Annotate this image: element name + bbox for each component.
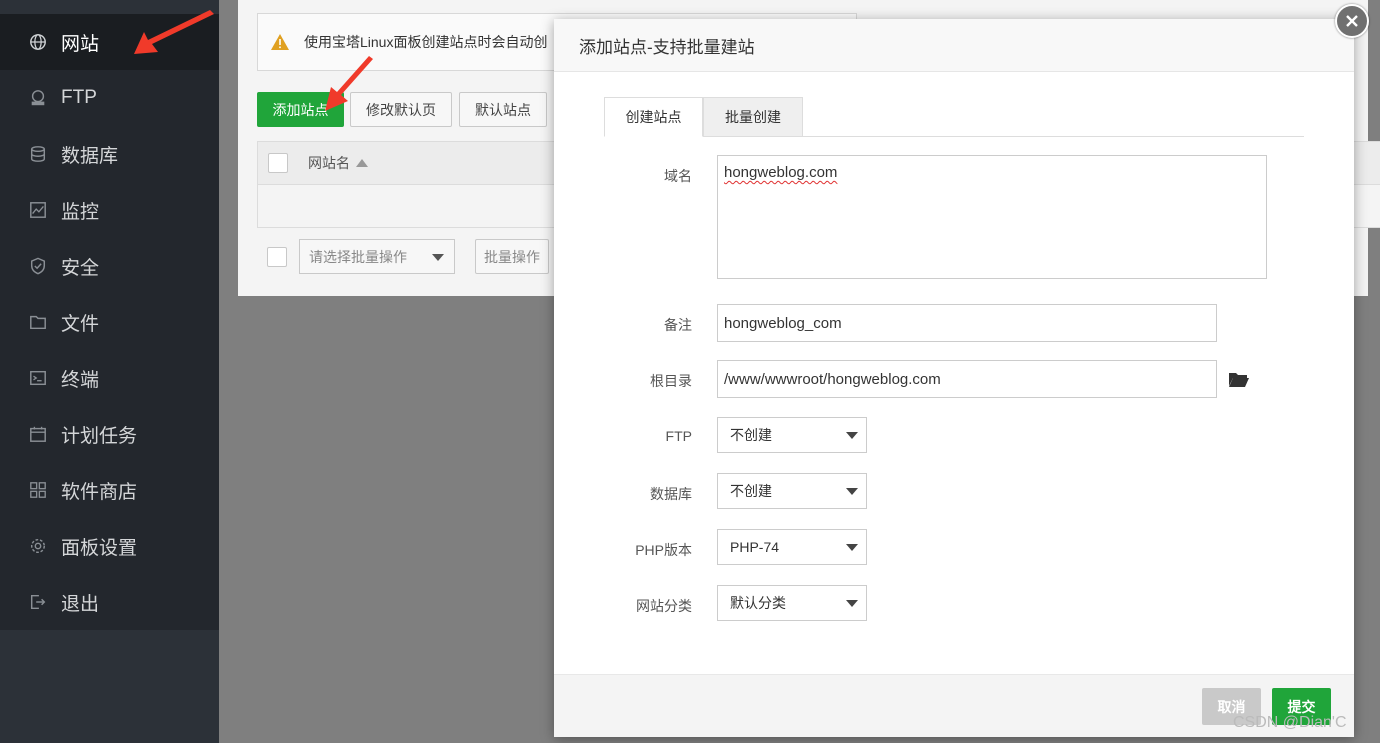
sidebar-item-database[interactable]: 数据库 — [0, 126, 219, 182]
sidebar-item-label: 软件商店 — [61, 481, 138, 503]
chevron-down-icon — [846, 488, 858, 495]
watermark: CSDN @Dian'C — [1233, 714, 1347, 731]
shield-icon — [28, 256, 48, 276]
sidebar-item-label: 计划任务 — [61, 425, 138, 447]
remark-input[interactable]: hongweblog_com — [717, 304, 1217, 342]
remark-label: 备注 — [664, 317, 692, 333]
add-site-dialog: 添加站点-支持批量建站 创建站点 批量创建 域名 hongweblog.com … — [554, 19, 1354, 737]
dialog-title: 添加站点-支持批量建站 — [579, 37, 755, 57]
database-select-value: 不创建 — [730, 483, 772, 499]
sidebar-item-settings[interactable]: 面板设置 — [0, 518, 219, 574]
folder-open-icon[interactable] — [1228, 370, 1250, 388]
chevron-down-icon — [846, 432, 858, 439]
close-icon — [1346, 15, 1358, 27]
chevron-down-icon — [846, 600, 858, 607]
annotation-arrow-icon — [134, 10, 214, 54]
sidebar-item-label: 安全 — [61, 257, 100, 279]
close-dialog-button[interactable] — [1335, 4, 1369, 38]
ftp-select-value: 不创建 — [730, 427, 772, 443]
folder-icon — [28, 312, 48, 332]
annotation-arrow-icon — [325, 56, 373, 111]
sidebar-item-label: 面板设置 — [61, 537, 138, 559]
remark-value: hongweblog_com — [724, 314, 842, 332]
sidebar-menu: 网站 FTP 数据库 监控 安全 文件 终端 计划任务 软件商店 面板设置 退出 — [0, 14, 219, 630]
site-category-label: 网站分类 — [636, 598, 692, 614]
chevron-down-icon — [846, 544, 858, 551]
ftp-label: FTP — [665, 428, 692, 444]
database-select[interactable]: 不创建 — [717, 473, 867, 509]
php-version-label: PHP版本 — [635, 542, 692, 558]
terminal-icon — [28, 368, 48, 388]
database-icon — [28, 144, 48, 164]
sidebar-item-terminal[interactable]: 终端 — [0, 350, 219, 406]
sidebar-item-monitor[interactable]: 监控 — [0, 182, 219, 238]
database-label: 数据库 — [650, 486, 692, 502]
sidebar-item-label: FTP — [61, 87, 97, 108]
sidebar-item-store[interactable]: 软件商店 — [0, 462, 219, 518]
dialog-header: 添加站点-支持批量建站 — [554, 19, 1354, 72]
sidebar-item-security[interactable]: 安全 — [0, 238, 219, 294]
domain-value: hongweblog.com — [724, 164, 838, 181]
sidebar-item-cron[interactable]: 计划任务 — [0, 406, 219, 462]
domain-label: 域名 — [664, 168, 692, 184]
sidebar-item-files[interactable]: 文件 — [0, 294, 219, 350]
ftp-icon — [28, 88, 48, 108]
grid-icon — [28, 480, 48, 500]
site-category-value: 默认分类 — [730, 595, 786, 611]
sidebar-item-label: 网站 — [61, 33, 100, 55]
ftp-select[interactable]: 不创建 — [717, 417, 867, 453]
sidebar-item-label: 数据库 — [61, 145, 119, 167]
root-dir-value: /www/wwwroot/hongweblog.com — [724, 370, 941, 388]
root-dir-input[interactable]: /www/wwwroot/hongweblog.com — [717, 360, 1217, 398]
sidebar-item-logout[interactable]: 退出 — [0, 574, 219, 630]
monitor-icon — [28, 200, 48, 220]
sidebar-item-label: 退出 — [61, 593, 100, 615]
sidebar-item-label: 文件 — [61, 313, 100, 335]
sidebar-item-label: 终端 — [61, 369, 100, 391]
globe-icon — [28, 32, 48, 52]
tab-batch-create[interactable]: 批量创建 — [703, 97, 803, 137]
gear-icon — [28, 536, 48, 556]
php-version-value: PHP-74 — [730, 539, 780, 555]
sidebar: 网站 FTP 数据库 监控 安全 文件 终端 计划任务 软件商店 面板设置 退出 — [0, 0, 219, 743]
tab-create-site[interactable]: 创建站点 — [604, 97, 703, 137]
php-version-select[interactable]: PHP-74 — [717, 529, 867, 565]
root-dir-label: 根目录 — [650, 373, 692, 389]
sidebar-item-ftp[interactable]: FTP — [0, 70, 219, 126]
site-category-select[interactable]: 默认分类 — [717, 585, 867, 621]
logout-icon — [28, 592, 48, 612]
domain-textarea[interactable]: hongweblog.com — [717, 155, 1267, 279]
dialog-tabs: 创建站点 批量创建 — [604, 97, 1304, 137]
calendar-icon — [28, 424, 48, 444]
sidebar-item-label: 监控 — [61, 201, 100, 223]
